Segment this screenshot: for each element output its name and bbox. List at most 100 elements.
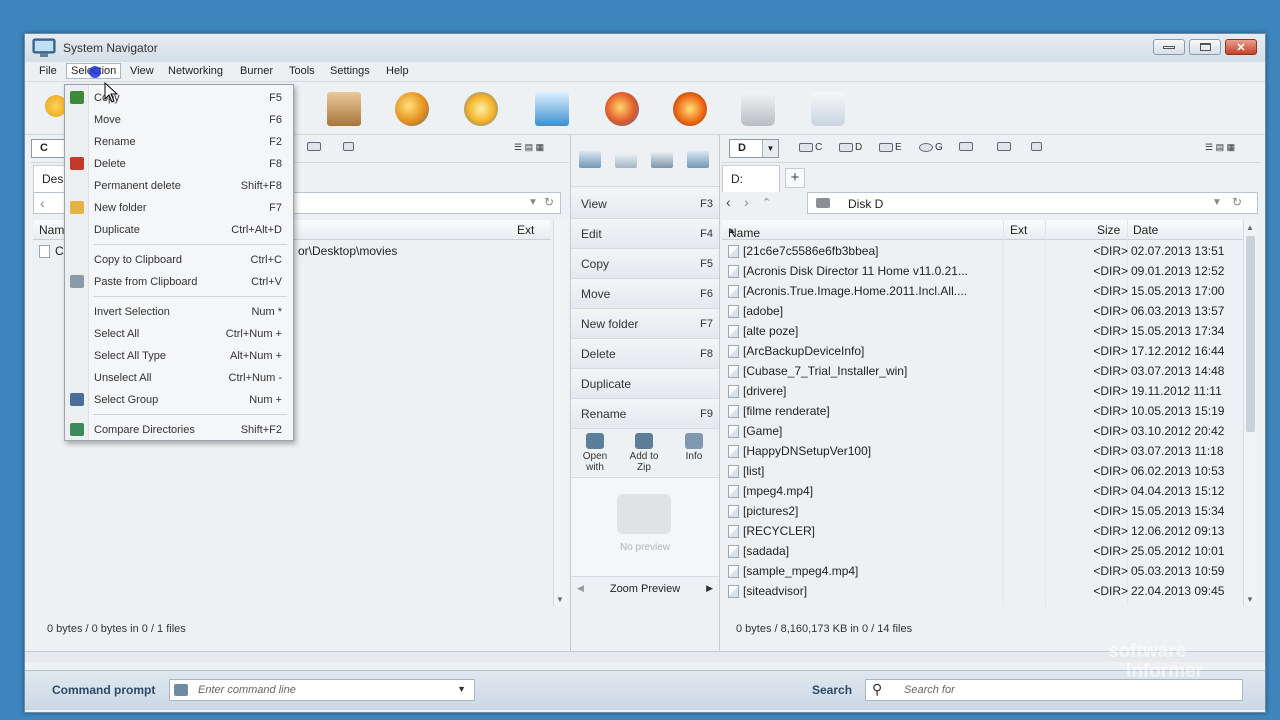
zoom-right-icon[interactable]: ▶ [706,583,713,594]
open-with-button[interactable]: Open with [577,433,613,473]
forward-arrow-icon[interactable]: › [744,194,749,210]
menu-help[interactable]: Help [386,65,409,77]
back-arrow-icon[interactable]: ‹ [40,195,45,211]
menu-item-unselect-all[interactable]: Unselect All Ctrl+Num - [65,367,293,389]
cmd-new-folder-button[interactable]: New folder F7 [571,309,719,339]
two-panes-icon[interactable] [615,153,637,168]
menu-item-compare-directories[interactable]: Compare Directories Shift+F2 [65,419,293,441]
menu-item-duplicate[interactable]: Duplicate Ctrl+Alt+D [65,219,293,241]
scroll-down-icon[interactable]: ▼ [556,595,564,604]
command-line-input[interactable]: Enter command line ▼ [169,679,475,701]
health-heart-icon[interactable] [605,92,639,126]
menu-view[interactable]: View [130,65,154,77]
sync-icon[interactable] [464,92,498,126]
menu-item-delete[interactable]: Delete F8 [65,153,293,175]
right-scrollbar[interactable]: ▲ ▼ [1243,220,1257,606]
refresh-icon[interactable]: ↻ [544,195,554,209]
refresh-icon[interactable]: ↻ [1232,195,1242,209]
disk-info-icon[interactable] [1031,142,1042,151]
splitter-bar[interactable] [25,651,1265,662]
search-input[interactable]: ⚲ Search for [865,679,1243,701]
chevron-down-icon[interactable]: ▼ [1212,197,1222,208]
menu-tools[interactable]: Tools [289,65,315,77]
menu-file[interactable]: File [39,65,57,77]
disk-info-icon[interactable] [343,142,354,151]
maximize-button[interactable] [1189,39,1221,55]
back-arrow-icon[interactable]: ‹ [726,194,731,210]
menu-item-select-all[interactable]: Select All Ctrl+Num + [65,323,293,345]
right-path-bar[interactable]: Disk D ▼ ↻ [807,192,1258,214]
table-row[interactable]: [sadada] <DIR> 25.05.2012 10:01 [722,541,1243,561]
left-col-ext[interactable]: Ext [517,223,534,237]
up-arrow-icon[interactable]: ⌃ [762,196,771,209]
left-scrollbar[interactable]: ▼ [553,220,567,606]
menu-item-select-all-type[interactable]: Select All Type Alt+Num + [65,345,293,367]
right-tab[interactable]: D: [722,165,780,192]
table-row[interactable]: [sample_mpeg4.mp4] <DIR> 05.03.2013 10:59 [722,561,1243,581]
cmd-move-button[interactable]: Move F6 [571,279,719,309]
left-pane-icon[interactable] [579,151,601,168]
add-tab-button[interactable]: + [785,168,805,188]
document-export-icon[interactable] [327,92,361,126]
table-row[interactable]: [pictures2] <DIR> 15.05.2013 15:34 [722,501,1243,521]
monitor-pane-icon[interactable] [651,151,673,168]
col-size-header[interactable]: Size [1097,223,1120,237]
clean-folder-icon[interactable] [811,92,845,126]
menu-settings[interactable]: Settings [330,65,370,77]
table-row[interactable]: [Game] <DIR> 03.10.2012 20:42 [722,421,1243,441]
optimize-gauge-icon[interactable] [673,92,707,126]
table-row[interactable]: [mpeg4.mp4] <DIR> 04.04.2013 15:12 [722,481,1243,501]
cmd-view-button[interactable]: View F3 [571,189,719,219]
zoom-preview-bar[interactable]: ◀ Zoom Preview ▶ [571,579,719,601]
cloud-drive-icon[interactable] [997,142,1011,151]
left-col-name[interactable]: Nam [39,223,64,237]
drive-g-button[interactable]: G [919,142,943,153]
cmd-rename-button[interactable]: Rename F9 [571,399,719,429]
menu-item-rename[interactable]: Rename F2 [65,131,293,153]
info-button[interactable]: Info [679,433,709,462]
menu-item-select-group[interactable]: Select Group Num + [65,389,293,411]
minimize-button[interactable] [1153,39,1185,55]
drive-e-button[interactable]: E [879,142,902,153]
table-row[interactable]: [adobe] <DIR> 06.03.2013 13:57 [722,301,1243,321]
table-row[interactable]: [ArcBackupDeviceInfo] <DIR> 17.12.2012 16:… [722,341,1243,361]
network-drive-icon[interactable] [307,142,321,151]
add-to-zip-button[interactable]: Add to Zip [623,433,665,473]
scroll-up-icon[interactable]: ▲ [1246,223,1254,232]
menu-item-copy-to-clipboard[interactable]: Copy to Clipboard Ctrl+C [65,249,293,271]
close-button[interactable]: ✕ [1225,39,1257,55]
right-drive-select[interactable]: D ▼ [729,139,779,158]
settings-gears-icon[interactable] [741,92,775,126]
menu-item-permanent-delete[interactable]: Permanent delete Shift+F8 [65,175,293,197]
table-row[interactable]: [siteadvisor] <DIR> 22.04.2013 09:45 [722,581,1243,601]
table-row[interactable]: [drivere] <DIR> 19.11.2012 11:11 [722,381,1243,401]
menu-burner[interactable]: Burner [240,65,273,77]
view-details-icon[interactable]: ☰ ▤ ▦ [1205,142,1235,153]
scroll-down-icon[interactable]: ▼ [1246,595,1254,604]
menu-networking[interactable]: Networking [168,65,223,77]
menu-item-copy[interactable]: Copy F5 [65,87,293,109]
chevron-down-icon[interactable]: ▼ [528,197,538,208]
right-pane-icon[interactable] [687,151,709,168]
table-row[interactable]: [Acronis Disk Director 11 Home v11.0.21.… [722,261,1243,281]
table-row[interactable]: [alte poze] <DIR> 15.05.2013 17:34 [722,321,1243,341]
view-details-icon[interactable]: ☰ ▤ ▦ [514,142,544,153]
menu-item-paste-from-clipboard[interactable]: Paste from Clipboard Ctrl+V [65,271,293,293]
col-ext-header[interactable]: Ext [1010,223,1027,237]
table-row[interactable]: [21c6e7c5586e6fb3bbea] <DIR> 02.07.2013 13… [722,241,1243,261]
network-drive-icon[interactable] [959,142,973,151]
table-row[interactable]: [Acronis.True.Image.Home.2011.Incl.All..… [722,281,1243,301]
cmd-duplicate-button[interactable]: Duplicate [571,369,719,399]
disk-burn-icon[interactable] [395,92,429,126]
chevron-down-icon[interactable]: ▼ [457,684,466,694]
cmd-copy-button[interactable]: Copy F5 [571,249,719,279]
table-row[interactable]: [filme renderate] <DIR> 10.05.2013 15:19 [722,401,1243,421]
table-row[interactable]: [HappyDNSetupVer100] <DIR> 03.07.2013 11:1… [722,441,1243,461]
drive-d-button[interactable]: D [839,142,862,153]
table-row[interactable]: [Cubase_7_Trial_Installer_win] <DIR> 03.07… [722,361,1243,381]
scroll-thumb[interactable] [1246,236,1255,432]
monitor-info-icon[interactable] [535,92,569,126]
cmd-edit-button[interactable]: Edit F4 [571,219,719,249]
col-date-header[interactable]: Date [1133,223,1158,237]
drive-c-button[interactable]: C [799,142,822,153]
